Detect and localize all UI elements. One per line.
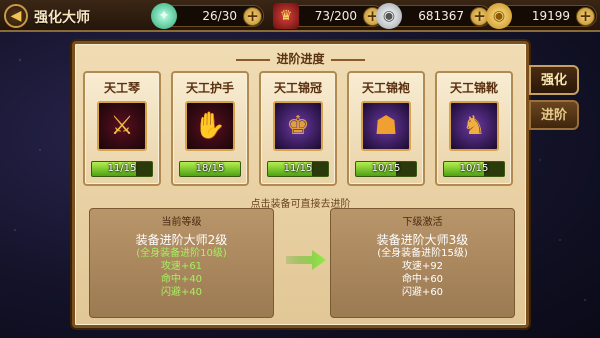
resource-value: 681367 (418, 9, 464, 23)
add-jade-button[interactable]: + (243, 7, 262, 26)
panel-header: 进阶进度 (75, 50, 526, 67)
robe-icon: ☗ (361, 101, 411, 151)
resource-silver: ◉ 681367 + (376, 3, 491, 29)
current-level-header: 当前等级 (161, 217, 202, 228)
equipment-card-boots[interactable]: 天工锦靴 ♞ 10/15 (435, 71, 513, 186)
equipment-name: 天工锦袍 (361, 81, 410, 95)
crown-icon: ♚ (273, 101, 323, 151)
zither-icon: ⚔ (97, 101, 147, 151)
progress-text: 10/15 (459, 163, 489, 174)
silver-ingot-icon: ◉ (376, 3, 402, 29)
current-level-title: 装备进阶大师2级 (135, 233, 228, 247)
progress-bar: 10/15 (355, 161, 417, 177)
equipment-card-robe[interactable]: 天工锦袍 ☗ 10/15 (347, 71, 425, 186)
gold-ingot-icon: ◉ (486, 3, 512, 29)
equipment-name: 天工锦靴 (449, 81, 498, 95)
next-level-box: 下级激活 装备进阶大师3级 (全身装备进阶15级) 攻速+92 命中+60 闪避… (330, 208, 515, 318)
tab-enhance[interactable]: 强化 (529, 65, 579, 95)
stat-line: 命中+40 (160, 274, 203, 285)
equipment-card-crown[interactable]: 天工锦冠 ♚ 11/15 (259, 71, 337, 186)
panel-title: 进阶进度 (276, 52, 325, 66)
equipment-name: 天工锦冠 (273, 81, 322, 95)
next-level-requirement: (全身装备进阶15级) (377, 248, 468, 259)
progress-text: 11/15 (283, 163, 313, 174)
equipment-card-gauntlet[interactable]: 天工护手 ✋ 18/15 (171, 71, 249, 186)
next-level-body: 装备进阶大师3级 (全身装备进阶15级) 攻速+92 命中+60 闪避+60 (331, 231, 514, 299)
resource-jade: ✦ 26/30 + (151, 3, 264, 29)
equipment-card-zither[interactable]: 天工琴 ⚔ 11/15 (83, 71, 161, 186)
stat-line: 命中+60 (401, 274, 444, 285)
back-arrow-icon[interactable]: ◀ (4, 4, 28, 28)
ornament-right (330, 58, 365, 61)
stat-line: 攻速+92 (401, 261, 444, 272)
jade-crystal-icon: ✦ (151, 3, 177, 29)
progress-bar: 10/15 (443, 161, 505, 177)
top-bar: ◀ 强化大师 ✦ 26/30 + ♛ 73/200 + ◉ 681367 + ◉… (0, 0, 600, 32)
progress-text: 10/15 (371, 163, 401, 174)
stat-line: 闪避+60 (401, 287, 444, 298)
medal-icon: ♛ (273, 3, 299, 29)
next-level-header: 下级激活 (402, 217, 443, 228)
progress-bar: 18/15 (179, 161, 241, 177)
page-title: 强化大师 (34, 10, 90, 26)
boots-icon: ♞ (449, 101, 499, 151)
stat-line: 闪避+40 (160, 287, 203, 298)
gauntlet-icon: ✋ (185, 101, 235, 151)
resource-value: 26/30 (202, 9, 237, 23)
resource-value: 19199 (531, 9, 570, 23)
equipment-name: 天工护手 (185, 81, 234, 95)
progress-text: 11/15 (107, 163, 137, 174)
advancement-panel: 进阶进度 天工琴 ⚔ 11/15 天工护手 ✋ 18/15 天工锦冠 ♚ 11/… (72, 41, 529, 328)
resource-value: 73/200 (314, 9, 357, 23)
ornament-left (236, 58, 271, 61)
equipment-name: 天工琴 (103, 81, 140, 95)
progress-bar: 11/15 (267, 161, 329, 177)
current-level-box: 当前等级 装备进阶大师2级 (全身装备进阶10级) 攻速+61 命中+40 闪避… (89, 208, 274, 318)
stat-line: 攻速+61 (160, 261, 203, 272)
progress-text: 18/15 (195, 163, 225, 174)
resource-medal: ♛ 73/200 + (273, 3, 384, 29)
current-level-body: 装备进阶大师2级 (全身装备进阶10级) 攻速+61 命中+40 闪避+40 (90, 231, 273, 299)
tab-advance[interactable]: 进阶 (529, 100, 579, 130)
right-arrow-icon (286, 250, 326, 270)
next-level-title: 装备进阶大师3级 (376, 233, 469, 247)
resource-gold: ◉ 19199 + (486, 3, 597, 29)
add-gold-button[interactable]: + (576, 7, 595, 26)
current-level-requirement: (全身装备进阶10级) (136, 248, 227, 259)
progress-bar: 11/15 (91, 161, 153, 177)
